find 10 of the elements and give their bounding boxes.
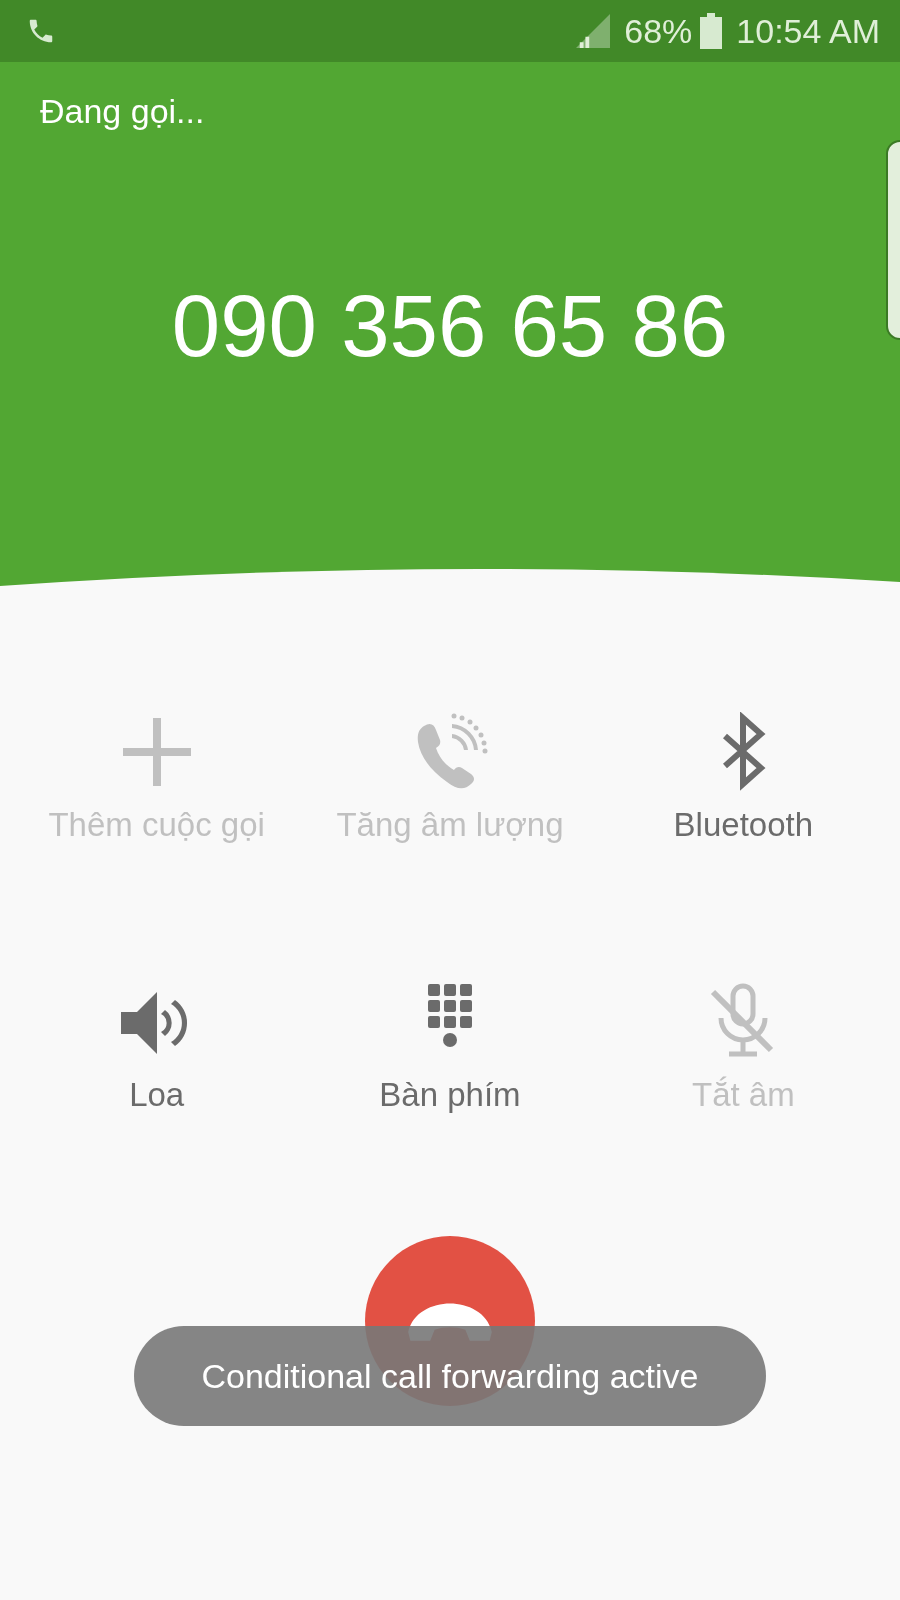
call-status: Đang gọi... xyxy=(40,92,206,131)
call-action-button[interactable]: Bàn phím xyxy=(303,982,597,1114)
toast-message: Conditional call forwarding active xyxy=(134,1326,766,1426)
status-time: 10:54 AM xyxy=(736,11,880,51)
battery-icon xyxy=(700,13,723,49)
call-action-button[interactable]: Loa xyxy=(10,982,304,1114)
signal-icon xyxy=(576,14,611,48)
call-action-button[interactable]: Bluetooth xyxy=(596,712,890,844)
battery-percent: 68% xyxy=(624,11,693,51)
phone-number: 090 356 65 86 xyxy=(170,276,730,376)
